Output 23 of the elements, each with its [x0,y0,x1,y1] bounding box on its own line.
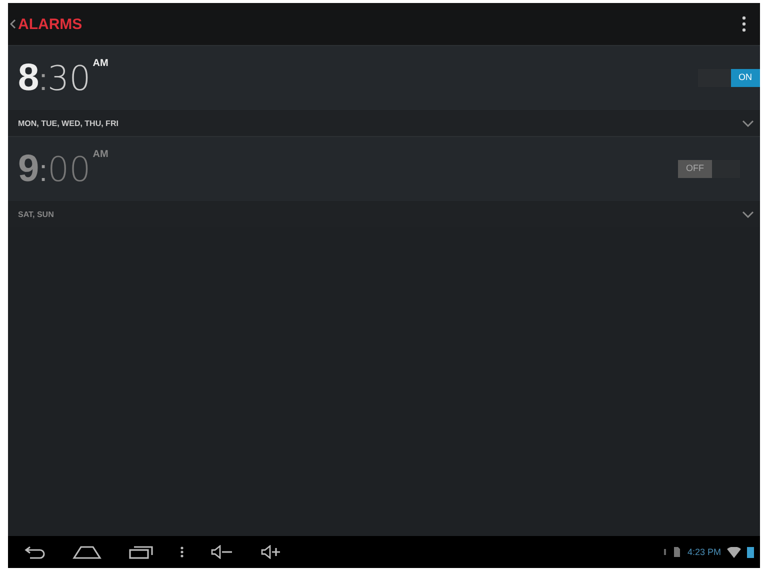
status-time: 4:23 PM [687,547,721,557]
menu-icon[interactable] [180,545,184,559]
alarm-time: 8:30$^{AM}$ [18,59,108,97]
expand-chevron-icon[interactable] [742,120,754,126]
back-icon[interactable] [24,545,46,559]
volume-up-icon[interactable] [260,545,282,559]
alarm-time: 9:00$^{AM}$ [18,150,108,188]
repeat-days: MON, TUE, WED, THU, FRI [18,118,118,128]
sd-card-icon [673,546,682,558]
volume-down-icon[interactable] [210,545,234,559]
expand-chevron-icon[interactable] [742,210,754,218]
overflow-menu-icon[interactable] [742,16,746,32]
alarm-toggle[interactable]: ON [698,69,760,87]
repeat-days: SAT, SUN [18,210,54,218]
battery-icon [747,546,754,558]
app-title: ALARMS [18,16,82,32]
alarm-item[interactable]: 9:00$^{AM}$ OFF SAT, SUN [8,136,760,227]
back-caret-icon[interactable] [10,19,16,29]
home-icon[interactable] [72,545,102,559]
alarm-item[interactable]: 8:30$^{AM}$ ON MON, TUE, WED, THU, FRI [8,45,760,136]
wifi-icon [727,546,741,558]
recent-apps-icon[interactable] [128,545,154,559]
alarm-toggle[interactable]: OFF [678,160,740,178]
